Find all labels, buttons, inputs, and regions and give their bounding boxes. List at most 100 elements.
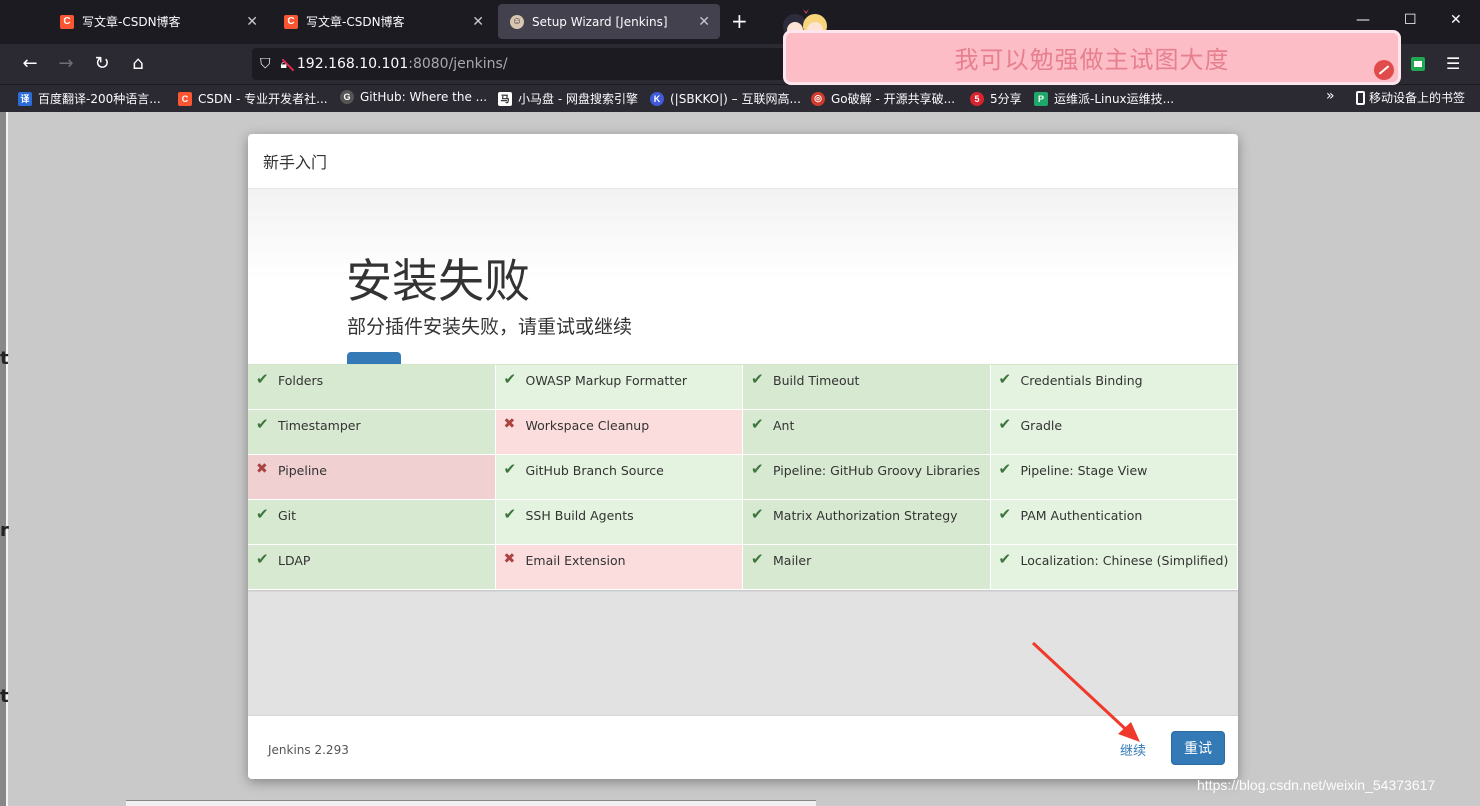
more-bookmarks-icon[interactable]: »	[1326, 88, 1335, 104]
plugin-item: ✔ Credentials Binding	[990, 365, 1238, 410]
mobile-bookmarks-label: 移动设备上的书签	[1369, 91, 1466, 105]
close-tab-icon[interactable]: ✕	[246, 14, 258, 30]
plugin-name: Git	[278, 508, 297, 523]
plugin-name: Mailer	[773, 553, 812, 568]
home-icon[interactable]: ⌂	[126, 52, 150, 76]
bookmark-label: 小马盘 - 网盘搜索引擎	[518, 92, 638, 106]
mobile-device-icon	[1356, 90, 1365, 105]
bookmark-item[interactable]: P 运维派-Linux运维技...	[1034, 90, 1174, 107]
plugin-item: ✖ Pipeline	[248, 455, 496, 500]
bookmark-item[interactable]: 译百度翻译-200种语言...	[18, 90, 161, 107]
page-subtitle: 部分插件安装失败，请重试或继续	[347, 316, 633, 338]
plugin-name: SSH Build Agents	[525, 508, 634, 523]
plugin-item: ✔ Gradle	[990, 410, 1238, 455]
bookmark-item[interactable]: G GitHub: Where the ...	[340, 90, 487, 104]
checkmark-icon: ✔	[503, 370, 517, 388]
bookmark-item[interactable]: 5 5分享	[970, 90, 1022, 107]
plugin-item: ✔ Localization: Chinese (Simplified)	[990, 545, 1238, 590]
checkmark-icon: ✔	[751, 370, 764, 388]
background-strip	[126, 800, 816, 806]
tab-title: Setup Wizard [Jenkins]	[532, 14, 668, 29]
plugin-name: Timestamper	[278, 418, 361, 433]
hamburger-menu-icon[interactable]: ☰	[1446, 54, 1460, 73]
mobile-bookmarks[interactable]: 移动设备上的书签	[1356, 89, 1465, 106]
plugin-name: PAM Authentication	[1020, 508, 1143, 523]
plugin-item: ✔ Mailer	[743, 545, 991, 590]
translate-icon: 译	[18, 91, 32, 106]
sbkko-icon: K	[650, 91, 664, 106]
cross-icon: ✖	[256, 461, 268, 477]
plugin-item: ✔ Pipeline: GitHub Groovy Libraries	[743, 455, 991, 500]
checkmark-icon: ✔	[256, 550, 269, 568]
jenkins-favicon-icon: ☺	[510, 14, 524, 29]
bookmark-item[interactable]: 马小马盘 - 网盘搜索引擎	[498, 90, 638, 107]
url-bar[interactable]: ⛉ 🔒︎ 192.168.10.101 :8080/jenkins/	[252, 48, 792, 80]
bookmark-item[interactable]: K (|SBKKO|) – 互联网高...	[650, 90, 801, 107]
plugin-item: ✔ OWASP Markup Formatter	[495, 365, 743, 410]
cross-icon: ✖	[503, 551, 516, 567]
plugin-name: Matrix Authorization Strategy	[773, 508, 958, 523]
browser-tab-3[interactable]: ☺ Setup Wizard [Jenkins] ✕	[498, 4, 720, 39]
bookmark-label: 运维派-Linux运维技...	[1054, 92, 1175, 106]
plugin-name: Pipeline: GitHub Groovy Libraries	[773, 463, 980, 478]
csdn-icon: C	[178, 91, 192, 106]
tab-title: 写文章-CSDN博客	[82, 15, 181, 29]
plugin-name: OWASP Markup Formatter	[525, 373, 688, 388]
bookmarks-bar: 译百度翻译-200种语言... C CSDN - 专业开发者社... G GitHu…	[0, 84, 1480, 112]
maximize-icon[interactable]: ☐	[1404, 12, 1417, 28]
bookmark-item[interactable]: C CSDN - 专业开发者社...	[178, 90, 328, 107]
plugin-name: Ant	[773, 418, 795, 433]
plugin-item: ✔ GitHub Branch Source	[495, 455, 743, 500]
plugin-name: GitHub Branch Source	[525, 463, 664, 478]
bookmark-label: CSDN - 专业开发者社...	[198, 92, 328, 106]
background-text-fragment: r	[0, 520, 9, 541]
extension-icon[interactable]	[1411, 57, 1425, 71]
reload-icon[interactable]: ↻	[90, 52, 114, 76]
retry-button[interactable]: 重试	[1171, 731, 1225, 765]
plugin-name: Credentials Binding	[1020, 373, 1143, 388]
close-window-icon[interactable]: ✕	[1450, 12, 1462, 28]
close-tab-icon[interactable]: ✕	[472, 14, 484, 30]
plugin-item: ✔ Matrix Authorization Strategy	[743, 500, 991, 545]
bookmark-label: Go破解 - 开源共享破...	[831, 92, 956, 106]
plugin-name: Pipeline: Stage View	[1020, 463, 1148, 478]
bookmark-label: 百度翻译-200种语言...	[38, 92, 161, 106]
plugin-item: ✔ Ant	[743, 410, 991, 455]
background-text-fragment: t	[0, 686, 9, 707]
bookmark-label: GitHub: Where the ...	[360, 90, 488, 104]
browser-tab-2[interactable]: C 写文章-CSDN博客 ✕	[272, 4, 494, 39]
cross-icon: ✖	[503, 416, 516, 432]
checkmark-icon: ✔	[751, 550, 764, 568]
checkmark-icon: ✔	[503, 505, 517, 523]
minimize-icon[interactable]: —	[1356, 12, 1370, 28]
background-text-fragment: t	[0, 348, 9, 369]
checkmark-icon: ✔	[998, 415, 1012, 433]
bookmark-item[interactable]: ◎ Go破解 - 开源共享破...	[811, 90, 955, 107]
plugin-item: ✔ Timestamper	[248, 410, 496, 455]
watermark-text: https://blog.csdn.net/weixin_54373617	[1197, 777, 1436, 793]
new-tab-button[interactable]: +	[731, 10, 748, 32]
plugin-name: LDAP	[278, 553, 311, 568]
tab-title: 写文章-CSDN博客	[306, 15, 405, 29]
bookmark-label: 5分享	[990, 92, 1022, 106]
checkmark-icon: ✔	[751, 415, 764, 433]
plugin-name: Email Extension	[525, 553, 626, 568]
plugin-name: Gradle	[1020, 418, 1063, 433]
dismiss-badge-icon[interactable]	[1374, 60, 1394, 80]
csdn-favicon-icon: C	[60, 14, 74, 29]
insecure-lock-icon[interactable]: 🔒︎	[281, 57, 287, 72]
pony-icon: 马	[498, 91, 512, 106]
dialog-header: 新手入门	[248, 134, 1238, 189]
five-share-icon: 5	[970, 91, 984, 106]
close-tab-icon[interactable]: ✕	[698, 14, 710, 30]
csdn-favicon-icon: C	[284, 14, 298, 29]
url-host: 192.168.10.101	[296, 56, 409, 72]
plugin-item: ✔ Folders	[248, 365, 496, 410]
github-icon: G	[340, 90, 354, 104]
browser-tab-1[interactable]: C 写文章-CSDN博客 ✕	[48, 4, 268, 39]
forward-icon[interactable]: →	[54, 52, 78, 76]
plugin-name: Pipeline	[278, 463, 327, 478]
back-icon[interactable]: ←	[18, 52, 42, 76]
plugin-name: Build Timeout	[773, 373, 860, 388]
shield-icon[interactable]: ⛉	[260, 56, 271, 72]
